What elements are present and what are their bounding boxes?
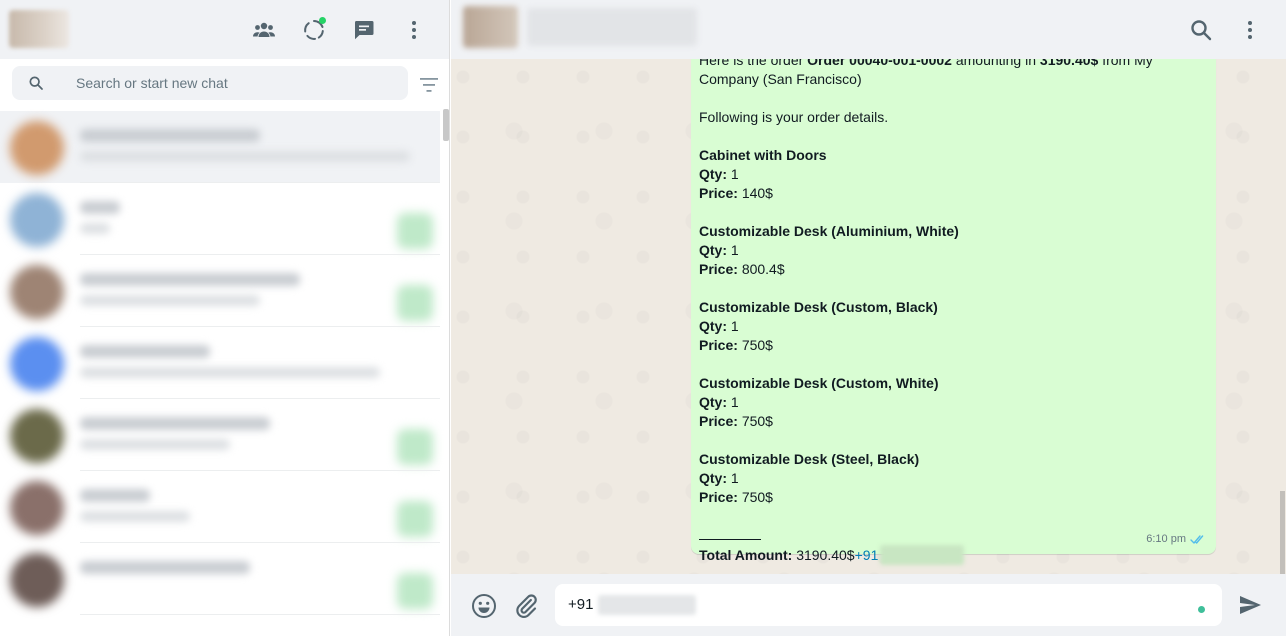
communities-icon[interactable]	[251, 17, 277, 43]
total-line: Total Amount: 3190.40$+91	[699, 545, 1208, 565]
chat-list-item[interactable]	[0, 471, 440, 543]
item-qty: Qty: 1	[699, 394, 739, 410]
item-qty: Qty: 1	[699, 318, 739, 334]
left-header	[0, 0, 449, 59]
message-meta: 6:10 pm	[1146, 530, 1206, 549]
chat-preview-redacted	[80, 295, 260, 306]
total-value: 3190.40$	[796, 547, 855, 563]
chat-list-item[interactable]	[0, 543, 440, 615]
chat-title-redacted	[80, 561, 250, 574]
chat-preview-redacted	[80, 511, 190, 522]
emoji-icon[interactable]	[470, 592, 498, 620]
unread-badge	[397, 501, 433, 537]
message-area: Here is the order Order 00040-001-0002 a…	[451, 59, 1286, 574]
item-price: Price: 800.4$	[699, 261, 785, 277]
unread-badge	[397, 429, 433, 465]
chat-preview-redacted	[80, 223, 110, 234]
read-receipt-icon	[1190, 535, 1204, 544]
message-time: 6:10 pm	[1146, 533, 1186, 545]
message-input-redacted	[598, 595, 696, 615]
conversation-header	[451, 0, 1286, 59]
chat-list-item[interactable]	[0, 183, 440, 255]
chat-avatar	[10, 481, 64, 535]
new-chat-icon[interactable]	[351, 17, 377, 43]
chat-divider	[80, 614, 440, 615]
search-box[interactable]	[12, 66, 408, 100]
chat-list	[0, 109, 449, 636]
chat-list-item[interactable]	[0, 327, 440, 399]
unread-badge	[397, 573, 433, 609]
item-qty: Qty: 1	[699, 470, 739, 486]
search-input[interactable]	[76, 66, 396, 100]
item-name: Cabinet with Doors	[699, 147, 827, 163]
status-unread-dot	[319, 17, 326, 24]
status-icon[interactable]	[301, 17, 327, 43]
message-input[interactable]: +91	[555, 584, 1222, 626]
order-item: Customizable Desk (Custom, White) Qty: 1 P…	[699, 374, 1208, 450]
chat-list-item[interactable]	[0, 111, 440, 183]
chat-list-item[interactable]	[0, 399, 440, 471]
item-name: Customizable Desk (Aluminium, White)	[699, 223, 959, 239]
input-indicator-dot	[1198, 606, 1205, 613]
order-item: Customizable Desk (Aluminium, White) Qty:…	[699, 222, 1208, 298]
item-name: Customizable Desk (Custom, White)	[699, 375, 939, 391]
filter-icon[interactable]	[418, 75, 440, 95]
phone-link[interactable]: +91	[855, 547, 879, 563]
chat-avatar	[10, 265, 64, 319]
conversation-menu-icon[interactable]	[1237, 17, 1263, 43]
message-input-text: +91	[568, 596, 594, 613]
conversation-pane: Here is the order Order 00040-001-0002 a…	[451, 0, 1286, 636]
contact-name-redacted[interactable]	[527, 8, 697, 46]
order-item: Customizable Desk (Custom, Black) Qty: 1 P…	[699, 298, 1208, 374]
chat-title-redacted	[80, 417, 270, 430]
search-in-chat-icon[interactable]	[1188, 17, 1214, 43]
outgoing-message-bubble[interactable]: Here is the order Order 00040-001-0002 a…	[691, 59, 1216, 565]
item-price: Price: 750$	[699, 337, 773, 353]
chat-avatar	[10, 337, 64, 391]
menu-icon[interactable]	[401, 17, 427, 43]
chat-title-redacted	[80, 273, 300, 286]
chat-preview-redacted	[80, 439, 230, 450]
search-bar	[0, 59, 449, 109]
order-item: Customizable Desk (Steel, Black) Qty: 1 Pr…	[699, 450, 1208, 526]
my-profile-avatar[interactable]	[9, 10, 69, 48]
message-area-scrollbar[interactable]	[1280, 491, 1285, 574]
chat-preview-redacted	[80, 151, 410, 162]
order-amount: 3190.40$	[1039, 59, 1099, 68]
item-name: Customizable Desk (Steel, Black)	[699, 451, 920, 467]
chat-title-redacted	[80, 489, 150, 502]
send-icon[interactable]	[1237, 593, 1263, 617]
chat-preview-redacted	[80, 367, 380, 378]
chat-title-redacted	[80, 345, 210, 358]
total-label: Total Amount:	[699, 547, 793, 563]
total-separator	[699, 526, 1208, 545]
chat-list-scrollbar[interactable]	[443, 109, 449, 141]
item-qty: Qty: 1	[699, 166, 739, 182]
phone-number-redacted	[880, 545, 965, 565]
chat-avatar	[10, 553, 64, 607]
order-reference: Order 00040-001-0002	[807, 59, 952, 68]
unread-badge	[397, 213, 433, 249]
item-price: Price: 750$	[699, 489, 773, 505]
chat-list-item[interactable]	[0, 255, 440, 327]
composer-bar: +91	[451, 574, 1286, 636]
item-name: Customizable Desk (Custom, Black)	[699, 299, 938, 315]
order-items: Cabinet with Doors Qty: 1 Price: 140$ Custo…	[699, 146, 1208, 526]
order-item: Cabinet with Doors Qty: 1 Price: 140$	[699, 146, 1208, 222]
message-following: Following is your order details.	[699, 109, 889, 125]
search-icon	[29, 76, 43, 90]
item-price: Price: 750$	[699, 413, 773, 429]
item-price: Price: 140$	[699, 185, 773, 201]
attach-icon[interactable]	[513, 592, 539, 620]
message-intro: Here is the order Order 00040-001-0002 a…	[699, 59, 1208, 89]
contact-avatar[interactable]	[463, 6, 518, 48]
chat-avatar	[10, 409, 64, 463]
item-qty: Qty: 1	[699, 242, 739, 258]
chat-title-redacted	[80, 201, 120, 214]
chat-avatar	[10, 121, 64, 175]
unread-badge	[397, 285, 433, 321]
chat-list-pane	[0, 0, 450, 636]
chat-title-redacted	[80, 129, 260, 142]
chat-avatar	[10, 193, 64, 247]
